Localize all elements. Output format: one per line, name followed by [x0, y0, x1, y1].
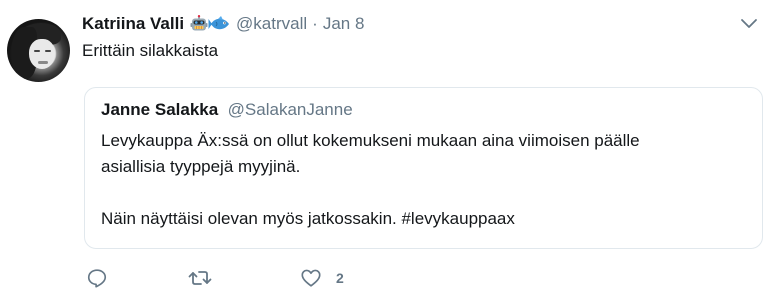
quoted-text-line: asiallisia tyyppejä myyjinä.	[101, 157, 301, 176]
avatar-eye	[45, 50, 51, 52]
avatar[interactable]	[7, 19, 70, 82]
retweet-button[interactable]	[188, 265, 212, 291]
robot-face-emoji-icon	[190, 15, 208, 31]
quoted-tweet-header: Janne Salakka @SalakanJanne	[101, 100, 353, 120]
like-count: 2	[336, 270, 344, 286]
quoted-text-line: Levykauppa Äx:ssä on ollut kokemukseni m…	[101, 131, 640, 150]
heart-icon	[301, 269, 321, 287]
retweet-icon	[188, 271, 212, 285]
reply-button[interactable]	[86, 265, 108, 291]
tweet-text: Erittäin silakkaista	[82, 41, 219, 60]
reply-icon	[87, 269, 107, 288]
separator-dot: ·	[312, 14, 318, 33]
quoted-author-name: Janne Salakka	[101, 100, 219, 119]
avatar-face	[29, 39, 55, 69]
tweet-header: Katriina Valli @katrvall · Jan 8	[82, 12, 364, 36]
timestamp[interactable]: Jan 8	[323, 14, 365, 34]
avatar-mouth	[38, 61, 48, 64]
like-button[interactable]: 2	[300, 265, 344, 291]
quoted-text-gap	[101, 180, 741, 206]
fish-emoji-icon	[208, 16, 230, 30]
quoted-text-line: Näin näyttäisi olevan myös jatkossakin. …	[101, 209, 515, 228]
name-emojis	[190, 15, 232, 33]
avatar-eye	[34, 50, 40, 52]
quoted-tweet-text: Levykauppa Äx:ssä on ollut kokemukseni m…	[101, 128, 741, 232]
quoted-tweet[interactable]: Janne Salakka @SalakanJanne Levykauppa Ä…	[84, 87, 763, 249]
author-handle[interactable]: @katrvall	[236, 14, 307, 34]
quoted-author-handle: @SalakanJanne	[227, 100, 353, 119]
tweet-card[interactable]: Katriina Valli @katrvall · Jan 8 Erittäi…	[0, 0, 770, 295]
chevron-down-icon[interactable]	[739, 17, 759, 31]
author-name[interactable]: Katriina Valli	[82, 14, 184, 34]
